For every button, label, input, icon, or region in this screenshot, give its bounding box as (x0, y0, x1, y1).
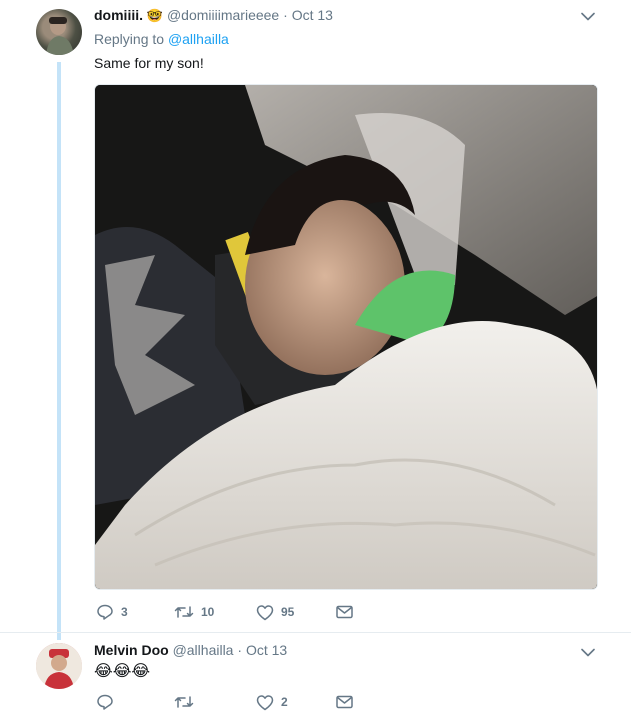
retweet-icon (174, 696, 194, 708)
separator-dot: · (283, 7, 288, 23)
chevron-down-icon[interactable] (581, 9, 595, 23)
replying-to: Replying to @allhailla (94, 31, 229, 47)
author-handle[interactable]: @allhailla (173, 642, 234, 658)
reply-button[interactable] (96, 692, 121, 712)
heart-icon (256, 604, 274, 620)
tweet-header: domiiii. 🤓 @domiiiimarieeee · Oct 13 (94, 7, 333, 24)
retweet-button[interactable] (174, 692, 201, 712)
thread-line (57, 62, 61, 640)
tweet-timestamp[interactable]: Oct 13 (292, 7, 333, 23)
separator-dot: · (237, 642, 243, 658)
like-button[interactable]: 95 (256, 602, 294, 622)
nerd-face-emoji: 🤓 (146, 8, 164, 23)
author-handle[interactable]: @domiiiimarieeee (167, 7, 279, 23)
direct-message-button[interactable] (336, 692, 353, 712)
heart-icon (256, 694, 274, 710)
avatar[interactable] (36, 9, 82, 55)
chevron-down-icon[interactable] (581, 645, 595, 659)
envelope-icon (336, 695, 353, 709)
avatar[interactable] (36, 643, 82, 689)
tweet-header: Melvin Doo @allhailla · Oct 13 (94, 642, 287, 658)
retweet-button[interactable]: 10 (174, 602, 214, 622)
replying-prefix: Replying to (94, 31, 165, 47)
tweet-text: Same for my son! (94, 55, 204, 71)
author-name[interactable]: domiiii. (94, 7, 143, 23)
envelope-icon (336, 605, 353, 619)
direct-message-button[interactable] (336, 602, 353, 622)
tweet-timestamp[interactable]: Oct 13 (246, 642, 287, 658)
reply-icon (97, 604, 113, 620)
author-name[interactable]: Melvin Doo (94, 642, 169, 658)
tweet[interactable]: domiiii. 🤓 @domiiiimarieeee · Oct 13 Rep… (0, 0, 631, 640)
reply-icon (97, 694, 113, 710)
like-count: 2 (281, 695, 288, 709)
retweet-icon (174, 606, 194, 618)
like-button[interactable]: 2 (256, 692, 288, 712)
tweet-text: 😂😂😂 (94, 663, 151, 680)
like-count: 95 (281, 605, 295, 619)
retweet-count: 10 (201, 605, 215, 619)
reply-button[interactable]: 3 (96, 602, 128, 622)
reply-count: 3 (121, 605, 128, 619)
tweet-photo[interactable] (94, 84, 598, 590)
replying-to-link[interactable]: @allhailla (168, 31, 229, 47)
